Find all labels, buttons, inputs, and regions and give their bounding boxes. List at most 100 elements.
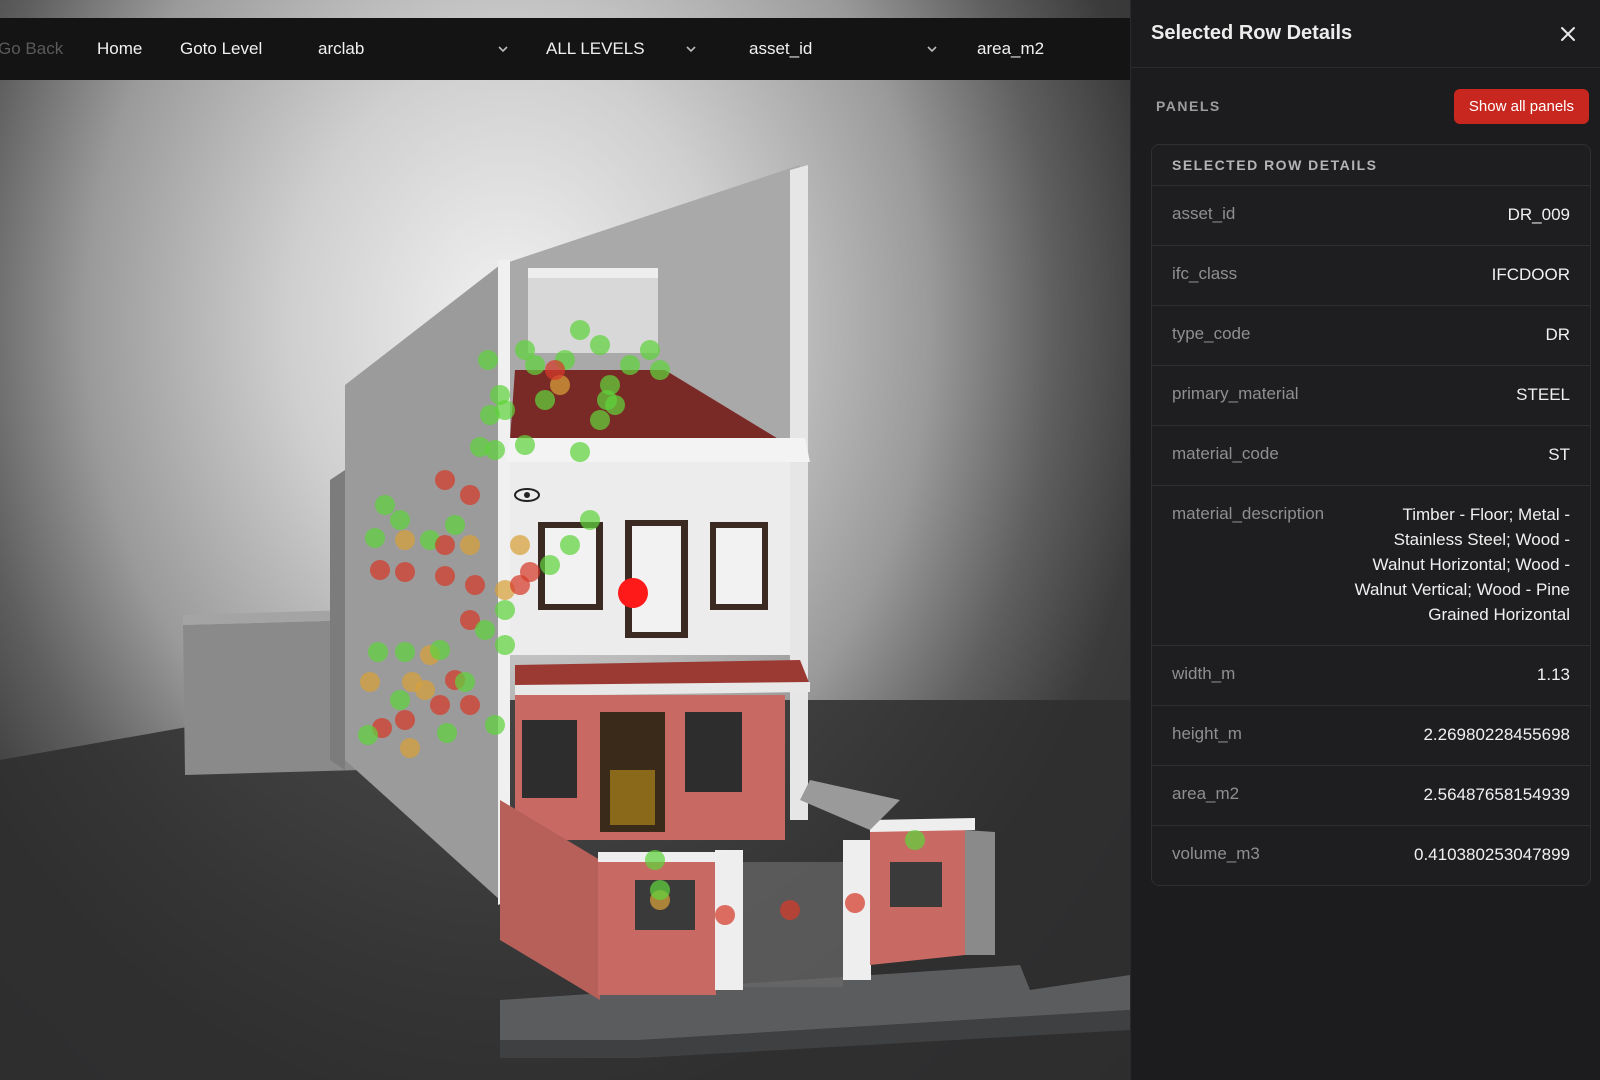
level-select-value: ALL LEVELS [546, 39, 645, 58]
selected-row-details-card: SELECTED ROW DETAILS asset_id DR_009 ifc_c… [1151, 144, 1591, 886]
chevron-down-icon [686, 46, 696, 53]
data-marker[interactable] [400, 738, 420, 758]
data-marker[interactable] [415, 680, 435, 700]
metric-select[interactable]: area_m2 [977, 18, 1044, 80]
data-marker[interactable] [845, 893, 865, 913]
data-marker[interactable] [560, 535, 580, 555]
data-marker[interactable] [395, 562, 415, 582]
data-marker[interactable] [580, 510, 600, 530]
data-marker[interactable] [535, 390, 555, 410]
data-marker[interactable] [540, 555, 560, 575]
data-marker[interactable] [485, 715, 505, 735]
close-button[interactable] [1557, 23, 1579, 45]
data-marker[interactable] [368, 642, 388, 662]
data-marker[interactable] [395, 710, 415, 730]
data-marker[interactable] [620, 355, 640, 375]
data-marker[interactable] [390, 510, 410, 530]
data-marker[interactable] [905, 830, 925, 850]
detail-value: DR [1545, 325, 1570, 344]
data-marker[interactable] [570, 442, 590, 462]
data-marker[interactable] [437, 723, 457, 743]
detail-row-type-code: type_code DR [1152, 306, 1590, 366]
data-marker[interactable] [590, 335, 610, 355]
data-marker[interactable] [435, 535, 455, 555]
detail-key: primary_material [1172, 384, 1299, 403]
data-marker[interactable] [520, 562, 540, 582]
detail-key: volume_m3 [1172, 844, 1260, 863]
data-marker[interactable] [390, 690, 410, 710]
data-marker[interactable] [480, 405, 500, 425]
detail-value: DR_009 [1507, 205, 1570, 224]
data-marker[interactable] [435, 566, 455, 586]
data-marker[interactable] [358, 725, 378, 745]
data-marker[interactable] [495, 635, 515, 655]
detail-key: material_description [1172, 504, 1325, 523]
data-marker[interactable] [365, 528, 385, 548]
data-marker[interactable] [645, 850, 665, 870]
data-marker[interactable] [605, 395, 625, 415]
data-marker[interactable] [395, 530, 415, 550]
data-marker[interactable] [570, 320, 590, 340]
data-marker[interactable] [715, 905, 735, 925]
details-panel: Selected Row Details PANELS Show all pan… [1130, 0, 1600, 1080]
details-list: asset_id DR_009 ifc_class IFCDOOR type_code D… [1152, 186, 1590, 885]
data-marker[interactable] [455, 672, 475, 692]
data-marker[interactable] [360, 672, 380, 692]
data-marker[interactable] [545, 360, 565, 380]
data-marker[interactable] [460, 485, 480, 505]
data-marker[interactable] [640, 340, 660, 360]
data-marker[interactable] [445, 515, 465, 535]
selected-marker[interactable] [618, 578, 648, 608]
data-marker[interactable] [495, 600, 515, 620]
detail-value: 0.410380253047899 [1414, 845, 1570, 864]
show-all-panels-button[interactable]: Show all panels [1453, 88, 1589, 124]
data-marker[interactable] [430, 640, 450, 660]
data-marker[interactable] [370, 560, 390, 580]
data-marker[interactable] [478, 350, 498, 370]
field-select-value: asset_id [749, 39, 813, 58]
detail-value: 2.26980228455698 [1423, 725, 1570, 744]
data-marker[interactable] [460, 535, 480, 555]
data-marker[interactable] [375, 495, 395, 515]
field-select[interactable]: asset_id [749, 18, 937, 80]
data-marker[interactable] [510, 535, 530, 555]
data-marker[interactable] [435, 470, 455, 490]
detail-value: 2.56487658154939 [1423, 785, 1570, 804]
goto-level-button[interactable]: Goto Level [180, 18, 262, 80]
data-marker[interactable] [525, 355, 545, 375]
data-marker[interactable] [650, 880, 670, 900]
data-marker[interactable] [430, 695, 450, 715]
detail-row-area-m2: area_m2 2.56487658154939 [1152, 766, 1590, 826]
chevron-down-icon [927, 46, 937, 53]
detail-row-height-m: height_m 2.26980228455698 [1152, 706, 1590, 766]
3d-viewport[interactable]: Go Back Home Goto Level arclab ALL LEVEL… [0, 0, 1130, 1080]
data-marker[interactable] [475, 620, 495, 640]
data-marker[interactable] [650, 360, 670, 380]
detail-key: material_code [1172, 444, 1279, 463]
detail-row-width-m: width_m 1.13 [1152, 646, 1590, 706]
panel-header: Selected Row Details [1131, 0, 1600, 68]
close-icon [1561, 26, 1575, 41]
level-select[interactable]: ALL LEVELS [546, 18, 696, 80]
data-marker[interactable] [465, 575, 485, 595]
detail-value: 1.13 [1536, 665, 1570, 684]
panels-label: PANELS [1156, 98, 1221, 114]
data-marker[interactable] [780, 900, 800, 920]
project-select[interactable]: arclab [318, 18, 508, 80]
card-title: SELECTED ROW DETAILS [1152, 145, 1590, 186]
data-marker[interactable] [590, 410, 610, 430]
data-marker[interactable] [460, 695, 480, 715]
detail-row-volume-m3: volume_m3 0.410380253047899 [1152, 826, 1590, 885]
detail-row-material-description: material_description Timber - Floor; Meta… [1152, 486, 1590, 646]
home-button[interactable]: Home [97, 18, 142, 80]
detail-value: IFCDOOR [1491, 265, 1570, 284]
detail-value: STEEL [1516, 385, 1570, 404]
go-back-button[interactable]: Go Back [0, 18, 63, 80]
building-model[interactable] [0, 0, 1130, 1080]
top-toolbar: Go Back Home Goto Level arclab ALL LEVEL… [0, 18, 1130, 80]
data-marker[interactable] [485, 440, 505, 460]
data-marker[interactable] [515, 435, 535, 455]
detail-key: ifc_class [1172, 264, 1238, 283]
panels-row: PANELS Show all panels [1131, 68, 1600, 144]
data-marker[interactable] [395, 642, 415, 662]
